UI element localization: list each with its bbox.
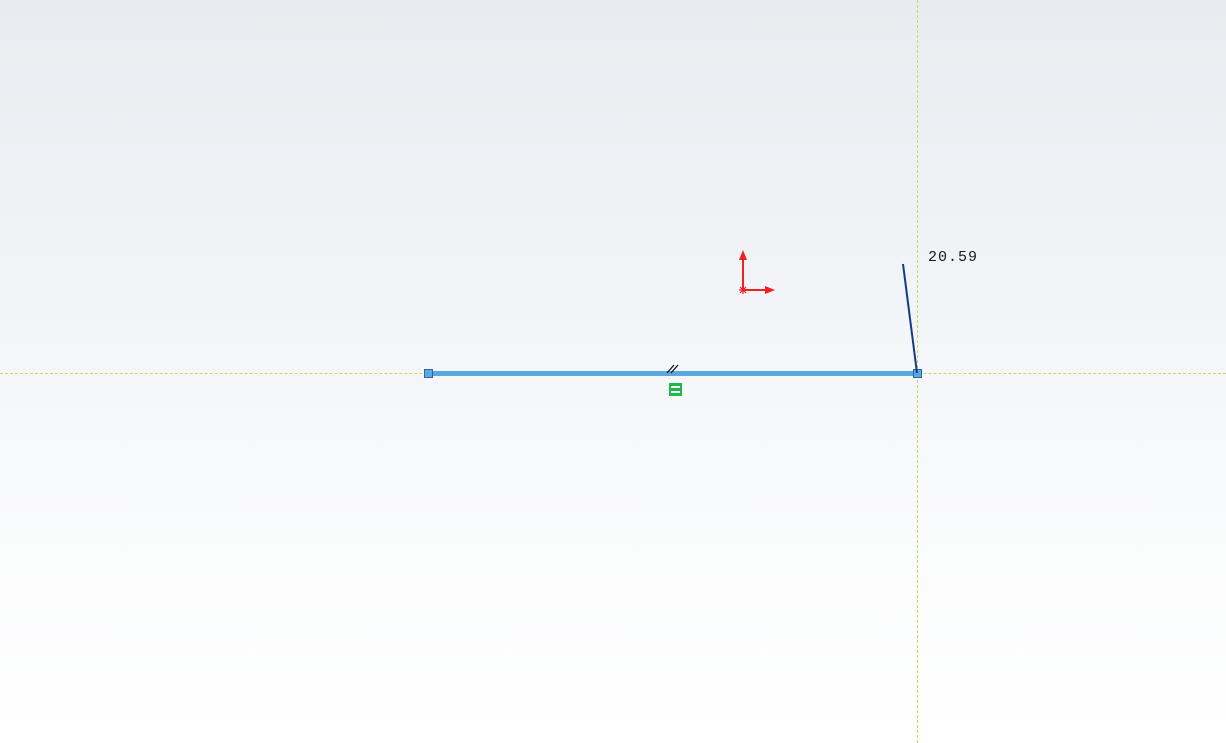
line-endpoint-right[interactable] [913,369,922,378]
sketch-canvas[interactable]: 20.59 [0,0,1226,743]
line-endpoint-left[interactable] [424,369,433,378]
origin-triad-icon [737,248,777,303]
horizontal-constraint-badge[interactable] [669,383,682,396]
sketch-line-segment[interactable] [428,371,917,376]
dimension-value-label: 20.59 [928,249,978,266]
